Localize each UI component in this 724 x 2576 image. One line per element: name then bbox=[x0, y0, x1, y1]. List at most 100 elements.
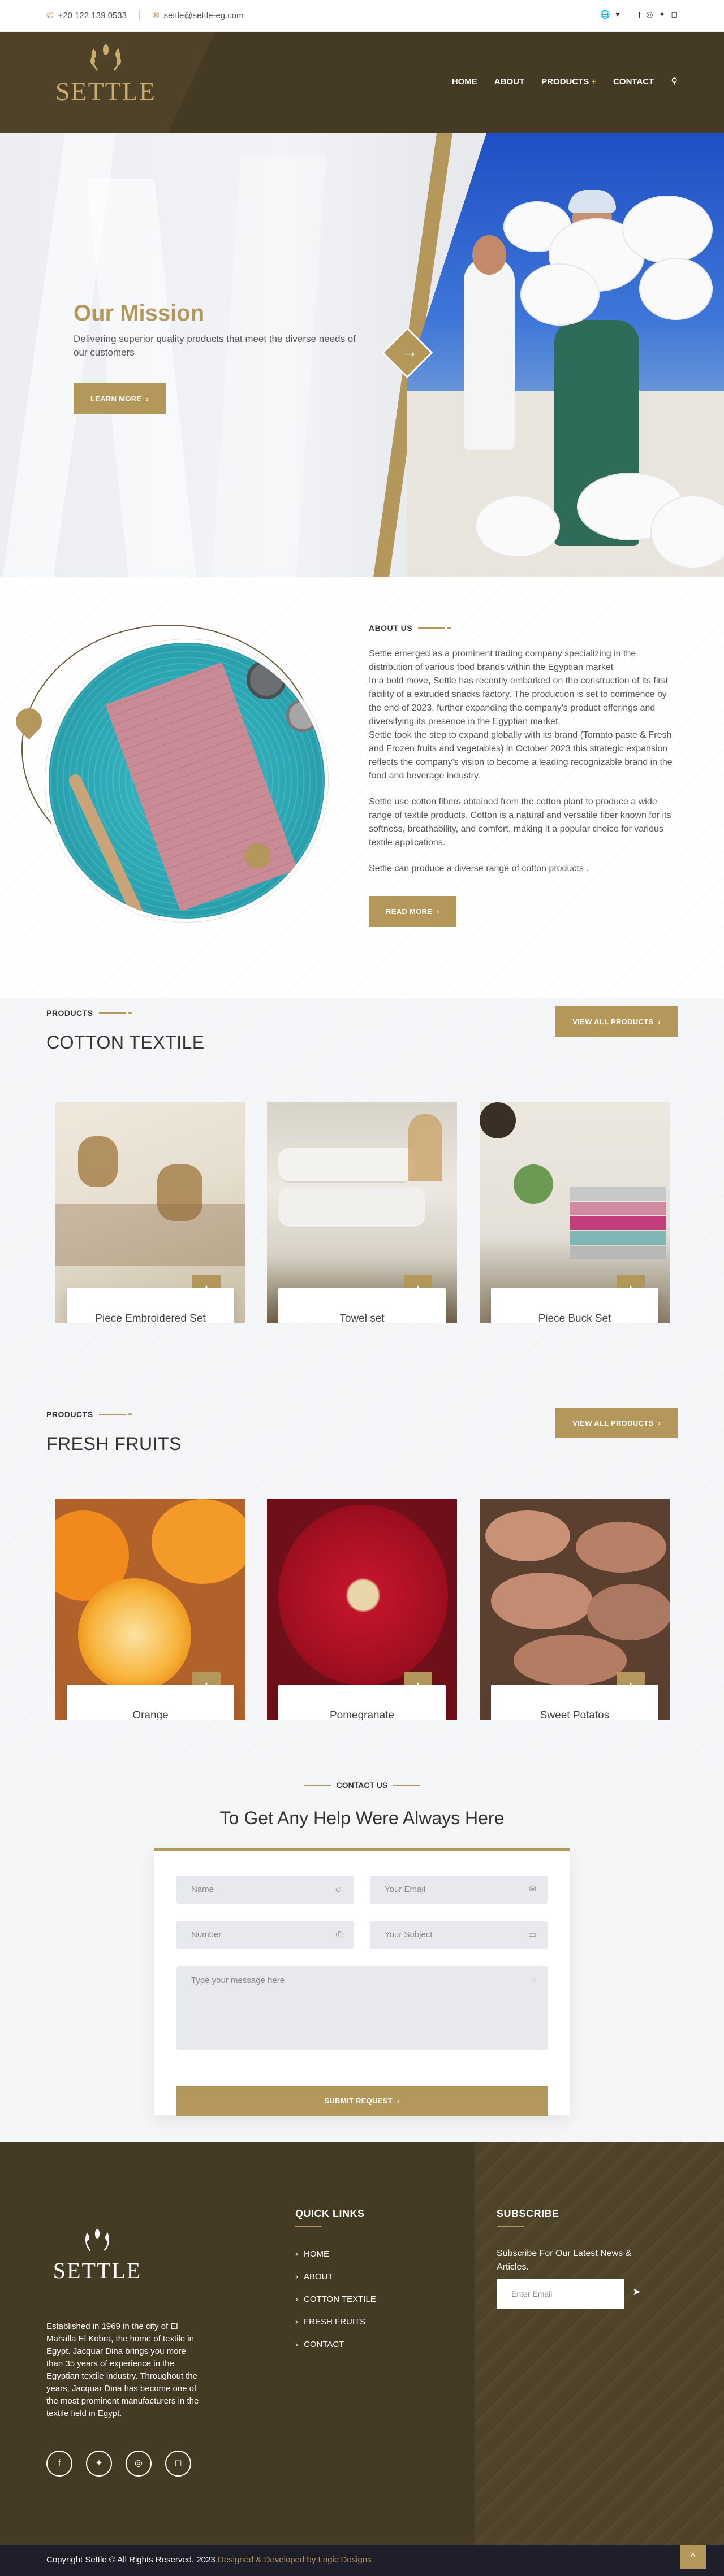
product-info: Piece Buck Set bbox=[491, 1288, 658, 1323]
subject-field[interactable]: Your Subject ▭ bbox=[370, 1921, 548, 1949]
read-more-label: READ MORE bbox=[386, 907, 433, 916]
towel-stripe bbox=[570, 1246, 666, 1259]
fruits-section: PRODUCTS FRESH FRUITS VIEW ALL PRODUCTS ›… bbox=[0, 1400, 724, 1763]
jar-image bbox=[286, 699, 319, 732]
nav-about[interactable]: ABOUT bbox=[494, 77, 524, 86]
twitter-icon[interactable]: ✦ bbox=[86, 2451, 112, 2477]
heading-underline bbox=[295, 2226, 322, 2227]
logo-wordmark: SETTLE bbox=[55, 77, 157, 106]
email-field[interactable]: Your Email ✉ bbox=[370, 1876, 548, 1904]
product-name: Piece Embroidered Set bbox=[95, 1313, 206, 1323]
fruits-tag: PRODUCTS bbox=[46, 1410, 132, 1419]
about-paragraph: Settle can produce a diverse range of co… bbox=[369, 864, 589, 873]
product-card[interactable]: + Pomegranate bbox=[267, 1499, 457, 1720]
mission-title: Our Mission bbox=[74, 301, 205, 326]
subject-placeholder: Your Subject bbox=[385, 1930, 433, 1939]
top-contact: ✆ +20 122 139 0533 ✉ settle@settle-eg.co… bbox=[46, 10, 244, 20]
nav-products[interactable]: PRODUCTS + bbox=[541, 77, 596, 86]
potato-decor bbox=[576, 1522, 666, 1573]
nav-contact[interactable]: CONTACT bbox=[613, 77, 654, 86]
quick-link-fruits[interactable]: › FRESH FRUITS bbox=[295, 2317, 376, 2327]
copyright-label: Copyright Settle © All Rights Reserved. … bbox=[46, 2555, 216, 2565]
product-card[interactable]: + Sweet Potatos bbox=[480, 1499, 670, 1720]
quick-links-list: › HOME › ABOUT › COTTON TEXTILE › FRESH FRUI… bbox=[295, 2249, 376, 2349]
learn-more-button[interactable]: LEARN MORE › bbox=[74, 383, 166, 414]
name-placeholder: Name bbox=[191, 1885, 214, 1894]
message-textarea[interactable]: Type your message here ◌ bbox=[176, 1966, 548, 2050]
potato-decor bbox=[485, 1510, 570, 1561]
wreath-icon bbox=[90, 44, 121, 71]
globe-icon[interactable]: 🌐 bbox=[600, 10, 610, 19]
facebook-icon[interactable]: f bbox=[46, 2451, 72, 2477]
quick-link-home[interactable]: › HOME bbox=[295, 2249, 376, 2259]
orange-slice bbox=[78, 1578, 191, 1691]
instagram-icon[interactable]: ◻ bbox=[165, 2451, 191, 2477]
product-card[interactable]: + Orange bbox=[55, 1499, 245, 1720]
tag-line bbox=[98, 1413, 132, 1415]
search-icon[interactable]: ⚲ bbox=[671, 76, 678, 87]
product-card[interactable]: + Piece Buck Set bbox=[480, 1102, 670, 1323]
subscribe-block: SUBSCRIBE Subscribe For Our Latest News … bbox=[497, 2208, 644, 2309]
chevron-right-icon: › bbox=[146, 394, 149, 403]
quick-link-contact[interactable]: › CONTACT bbox=[295, 2340, 376, 2349]
footer-about-text: Established in 1969 in the city of El Ma… bbox=[46, 2322, 199, 2418]
instagram-icon[interactable]: ◻ bbox=[671, 10, 678, 19]
arrow-right-icon: → bbox=[401, 342, 419, 361]
facebook-icon[interactable]: f bbox=[639, 10, 641, 19]
name-field[interactable]: Name ☺ bbox=[176, 1876, 354, 1904]
quick-link-about[interactable]: › ABOUT bbox=[295, 2272, 376, 2281]
contact-form: Name ☺ Your Email ✉ Number ✆ Your Subject ▭ … bbox=[154, 1848, 570, 2116]
mission-block: Our Mission Delivering superior quality … bbox=[74, 300, 362, 414]
phone-icon: ✆ bbox=[46, 11, 54, 20]
footer-logo[interactable]: SETTLE bbox=[46, 2227, 148, 2284]
view-all-fruits-button[interactable]: VIEW ALL PRODUCTS › bbox=[555, 1408, 678, 1438]
view-all-cotton-button[interactable]: VIEW ALL PRODUCTS › bbox=[555, 1006, 678, 1037]
top-bar: ✆ +20 122 139 0533 ✉ settle@settle-eg.co… bbox=[0, 0, 724, 32]
link-label: HOME bbox=[304, 2249, 329, 2259]
number-field[interactable]: Number ✆ bbox=[176, 1921, 354, 1949]
subscribe-email-input[interactable]: Enter Email bbox=[497, 2279, 624, 2309]
product-card[interactable]: + Towel set bbox=[267, 1102, 457, 1323]
cotton-section: PRODUCTS COTTON TEXTILE VIEW ALL PRODUCT… bbox=[0, 998, 724, 1400]
site-footer: SETTLE Established in 1969 in the city o… bbox=[0, 2142, 724, 2545]
nav-home[interactable]: HOME bbox=[452, 77, 477, 86]
towel-roll bbox=[278, 1148, 414, 1181]
email-link[interactable]: settle@settle-eg.com bbox=[164, 11, 244, 20]
envelope-icon: ✉ bbox=[529, 1885, 536, 1894]
email-placeholder: Your Email bbox=[385, 1885, 425, 1894]
cotton-tuft bbox=[622, 196, 713, 263]
twitter-icon[interactable]: ✦ bbox=[659, 10, 666, 19]
plant-decor bbox=[514, 1164, 553, 1204]
about-paragraph: Settle use cotton fibers obtained from t… bbox=[369, 797, 671, 847]
language-caret[interactable]: ▾ bbox=[616, 10, 620, 19]
phone-number[interactable]: +20 122 139 0533 bbox=[58, 11, 127, 20]
product-name: Pomegranate bbox=[329, 1709, 395, 1720]
read-more-button[interactable]: READ MORE › bbox=[369, 896, 456, 927]
nav-products-label: PRODUCTS bbox=[541, 76, 589, 86]
photo-person-head bbox=[472, 235, 506, 275]
chevron-right-icon: › bbox=[295, 2272, 298, 2281]
whatsapp-icon[interactable]: ◎ bbox=[126, 2451, 152, 2477]
towel-stripe bbox=[570, 1231, 666, 1245]
copyright-bar: Copyright Settle © All Rights Reserved. … bbox=[0, 2545, 724, 2576]
towel-roll bbox=[278, 1187, 425, 1227]
tag-line bbox=[303, 1785, 331, 1786]
credit-link[interactable]: Designed & Developed by Logic Designs bbox=[218, 2555, 372, 2565]
site-header: SETTLE HOME ABOUT PRODUCTS + CONTACT ⚲ bbox=[0, 32, 724, 133]
wreath-icon bbox=[85, 2229, 110, 2252]
pomegranate-decor bbox=[278, 1505, 448, 1686]
about-paragraph: Settle emerged as a prominent trading co… bbox=[369, 649, 673, 781]
potato-decor bbox=[491, 1573, 593, 1629]
send-icon[interactable]: ➤ bbox=[632, 2286, 641, 2298]
submit-label: SUBMIT REQUEST bbox=[324, 2097, 393, 2105]
subscribe-placeholder: Enter Email bbox=[511, 2289, 553, 2298]
quick-link-cotton[interactable]: › COTTON TEXTILE bbox=[295, 2294, 376, 2304]
logo[interactable]: SETTLE bbox=[52, 42, 160, 106]
back-to-top-button[interactable]: ^ bbox=[680, 2545, 706, 2569]
product-card[interactable]: + Piece Embroidered Set bbox=[55, 1102, 245, 1323]
photo-person bbox=[464, 258, 515, 450]
chevron-right-icon: › bbox=[437, 907, 439, 916]
about-tag-label: ABOUT US bbox=[369, 624, 413, 633]
submit-request-button[interactable]: SUBMIT REQUEST › bbox=[176, 2086, 548, 2116]
whatsapp-icon[interactable]: ◎ bbox=[646, 10, 653, 19]
